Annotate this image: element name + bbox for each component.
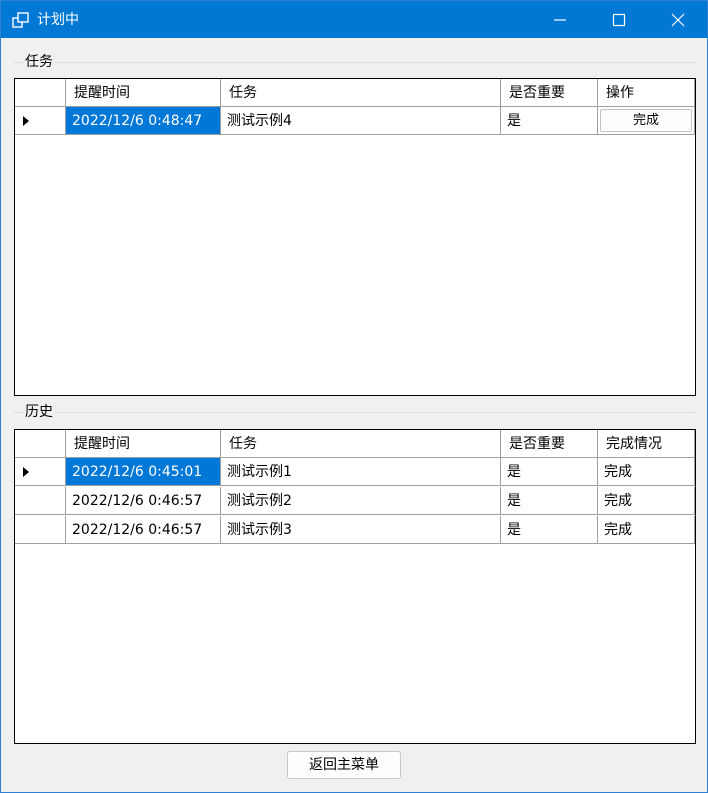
row-header[interactable] bbox=[15, 107, 66, 135]
column-header-task[interactable]: 任务 bbox=[221, 430, 501, 458]
cell-task[interactable]: 测试示例4 bbox=[221, 107, 501, 135]
minimize-icon bbox=[554, 19, 566, 21]
table-row[interactable]: 2022/12/6 0:45:01 测试示例1 是 完成 bbox=[15, 458, 695, 486]
cell-action: 完成 bbox=[598, 107, 695, 135]
column-header-status[interactable]: 完成情况 bbox=[598, 430, 695, 458]
cell-important[interactable]: 是 bbox=[501, 458, 598, 486]
column-header-action[interactable]: 操作 bbox=[598, 79, 695, 107]
table-row[interactable]: 2022/12/6 0:46:57 测试示例3 是 完成 bbox=[15, 516, 695, 544]
maximize-icon bbox=[612, 13, 626, 27]
table-row[interactable]: 2022/12/6 0:46:57 测试示例2 是 完成 bbox=[15, 487, 695, 515]
row-header-corner bbox=[15, 430, 66, 458]
row-header[interactable] bbox=[15, 458, 66, 486]
cell-important[interactable]: 是 bbox=[501, 487, 598, 515]
back-to-main-menu-button[interactable]: 返回主菜单 bbox=[287, 751, 401, 779]
minimize-button[interactable] bbox=[531, 1, 589, 38]
history-group-border bbox=[14, 412, 695, 413]
column-header-time[interactable]: 提醒时间 bbox=[66, 430, 221, 458]
tasks-grid[interactable]: 提醒时间 任务 是否重要 操作 2022/12/6 0:48:47 测试示例4 … bbox=[14, 78, 696, 396]
column-header-task[interactable]: 任务 bbox=[221, 79, 501, 107]
history-group-label: 历史 bbox=[23, 403, 55, 421]
history-grid[interactable]: 提醒时间 任务 是否重要 完成情况 2022/12/6 0:45:01 测试示例… bbox=[14, 429, 696, 744]
window-title: 计划中 bbox=[37, 12, 79, 28]
column-header-important[interactable]: 是否重要 bbox=[501, 79, 598, 107]
row-header-corner bbox=[15, 79, 66, 107]
cell-task[interactable]: 测试示例1 bbox=[221, 458, 501, 486]
tasks-group-border bbox=[14, 62, 695, 63]
cell-time[interactable]: 2022/12/6 0:45:01 bbox=[66, 458, 221, 486]
cell-status[interactable]: 完成 bbox=[598, 487, 695, 515]
title-bar[interactable]: 计划中 bbox=[1, 1, 707, 38]
column-header-time[interactable]: 提醒时间 bbox=[66, 79, 221, 107]
maximize-button[interactable] bbox=[590, 1, 648, 38]
table-row[interactable]: 2022/12/6 0:48:47 测试示例4 是 完成 bbox=[15, 107, 695, 135]
app-window: 计划中 任务 提醒时间 任务 是否重要 操作 2022/12/6 0:48:47… bbox=[0, 0, 708, 793]
history-header-row: 提醒时间 任务 是否重要 完成情况 bbox=[15, 430, 695, 458]
app-icon bbox=[12, 12, 29, 28]
close-button[interactable] bbox=[649, 1, 707, 38]
cell-status[interactable]: 完成 bbox=[598, 516, 695, 544]
tasks-header-row: 提醒时间 任务 是否重要 操作 bbox=[15, 79, 695, 107]
close-icon bbox=[671, 13, 685, 27]
column-header-important[interactable]: 是否重要 bbox=[501, 430, 598, 458]
row-pointer-icon bbox=[23, 467, 29, 477]
cell-time[interactable]: 2022/12/6 0:46:57 bbox=[66, 516, 221, 544]
cell-time[interactable]: 2022/12/6 0:48:47 bbox=[66, 107, 221, 135]
cell-task[interactable]: 测试示例2 bbox=[221, 487, 501, 515]
cell-time[interactable]: 2022/12/6 0:46:57 bbox=[66, 487, 221, 515]
complete-button[interactable]: 完成 bbox=[600, 109, 692, 132]
row-header[interactable] bbox=[15, 487, 66, 515]
row-header[interactable] bbox=[15, 516, 66, 544]
tasks-group-label: 任务 bbox=[23, 53, 55, 71]
cell-important[interactable]: 是 bbox=[501, 107, 598, 135]
cell-status[interactable]: 完成 bbox=[598, 458, 695, 486]
cell-task[interactable]: 测试示例3 bbox=[221, 516, 501, 544]
row-pointer-icon bbox=[23, 116, 29, 126]
cell-important[interactable]: 是 bbox=[501, 516, 598, 544]
